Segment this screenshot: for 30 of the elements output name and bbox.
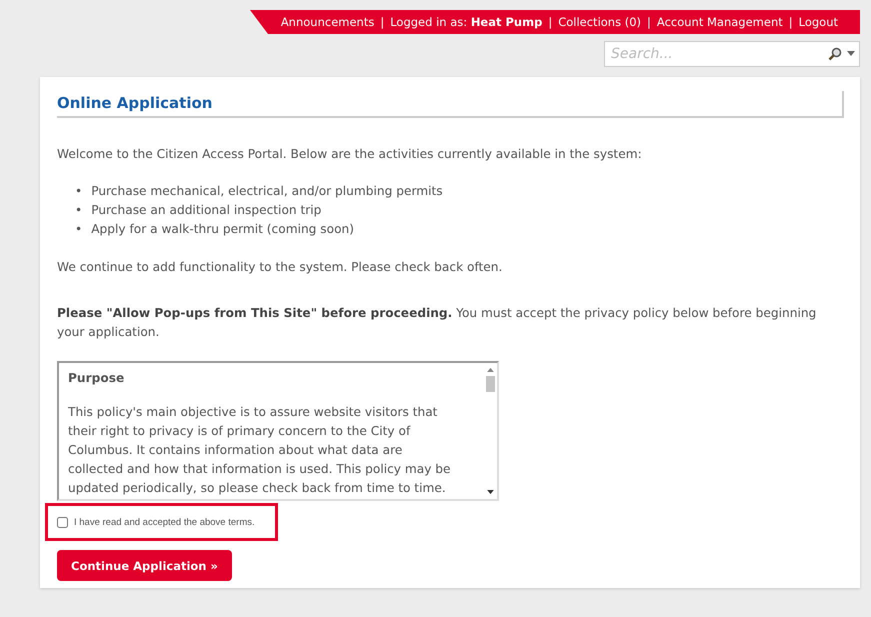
separator: | [647, 15, 651, 29]
nav-link[interactable]: Logout [798, 15, 838, 29]
bullet: • [75, 202, 82, 219]
nav-link[interactable]: Account Management [656, 15, 783, 29]
separator: | [380, 15, 384, 29]
policy-text: This policy's main objective is to assure website visitors that their right to privacy is of primary concern to the City of Columbus. It contains information about what data are collected and how that information is used. This policy may be updated periodically, so please check back from time to time. [68, 404, 452, 497]
terms-checkbox[interactable] [57, 516, 68, 528]
nav-link[interactable]: Collections (0) [558, 15, 642, 29]
nav-link[interactable]: Announcements [280, 15, 374, 29]
separator: | [788, 15, 793, 29]
activity-item: Apply for a walk-thru permit (coming soon) [91, 221, 354, 238]
search-field[interactable]: Search... [604, 41, 860, 67]
intro-text: Welcome to the Citizen Access Portal. Below are the activities currently available in the system: [57, 146, 643, 163]
bullet: • [75, 221, 82, 238]
activity-item: Purchase mechanical, electrical, and/or plumbing permits [91, 183, 443, 200]
login-status: Logged in as: Heat Pump [390, 15, 542, 29]
panel-title: Online Application [57, 93, 214, 114]
dropdown-caret-icon[interactable] [847, 51, 855, 57]
activity-item: Purchase an additional inspection trip [91, 202, 322, 219]
search-icon[interactable] [828, 47, 842, 61]
bullet: • [75, 183, 82, 200]
separator: | [548, 15, 552, 29]
terms-label: I have read and accepted the above terms. [74, 516, 255, 528]
scroll-down-icon[interactable] [486, 490, 494, 495]
scrollbar-thumb[interactable] [486, 376, 494, 392]
scroll-up-icon[interactable] [486, 367, 494, 372]
notice-text: Please "Allow Pop-ups from This Site" before proceeding. You must accept the privacy policy below before beginning your application. [57, 305, 818, 341]
continue-button[interactable]: Continue Application » [57, 550, 232, 581]
policy-heading: Purpose [68, 371, 126, 385]
note-text: We continue to add functionality to the system. Please check back often. [57, 259, 504, 276]
